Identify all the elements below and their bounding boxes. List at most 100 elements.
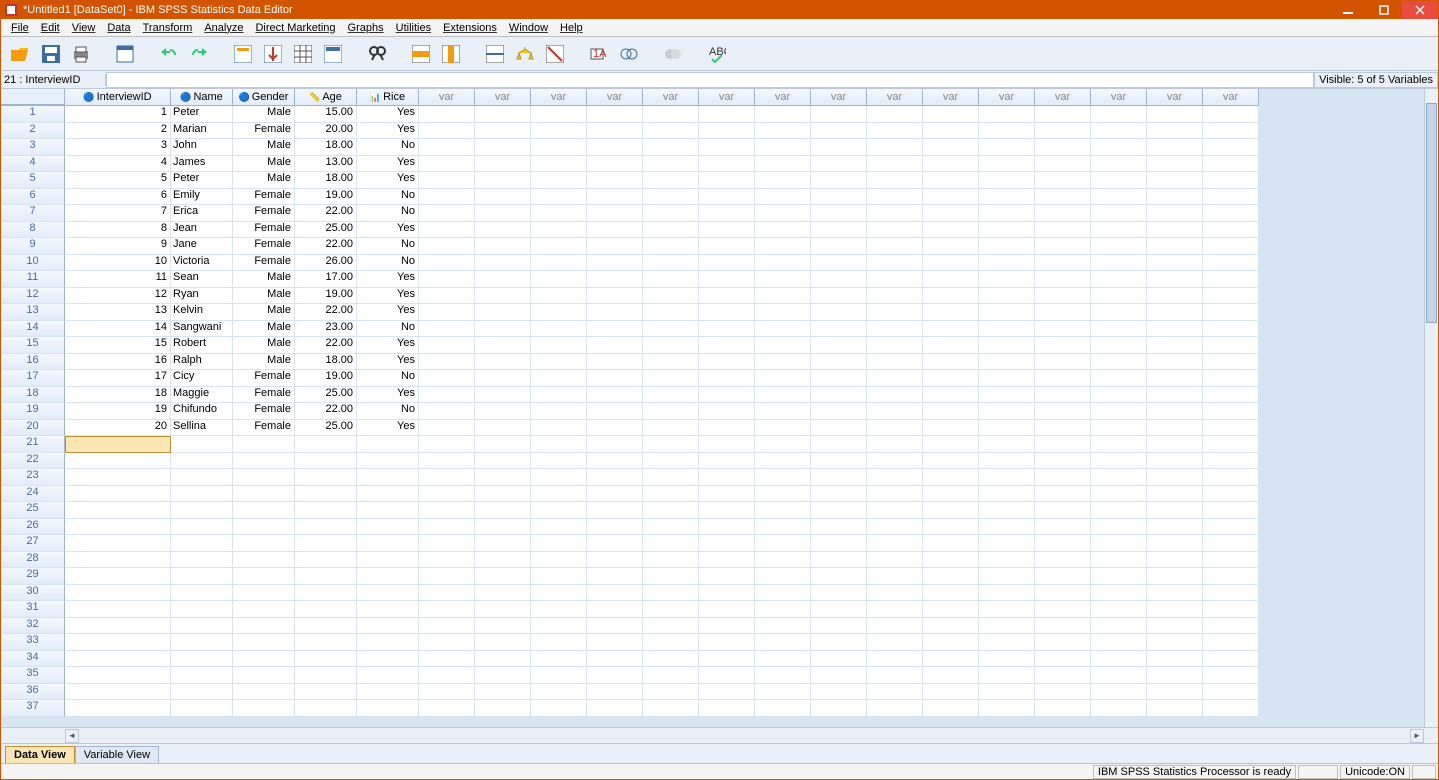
cell-empty[interactable] <box>1035 288 1091 305</box>
cell-empty[interactable] <box>811 189 867 206</box>
cell-empty[interactable] <box>1203 304 1259 321</box>
cell-empty[interactable] <box>1203 288 1259 305</box>
cell[interactable]: Marian <box>171 123 233 140</box>
cell-empty[interactable] <box>923 106 979 123</box>
cell-empty[interactable] <box>699 205 755 222</box>
cell-empty[interactable] <box>1035 651 1091 668</box>
cell-empty[interactable] <box>811 469 867 486</box>
cell-empty[interactable] <box>811 156 867 173</box>
cell-empty[interactable] <box>643 502 699 519</box>
cell-empty[interactable] <box>419 222 475 239</box>
cell-empty[interactable] <box>811 420 867 437</box>
cell-empty[interactable] <box>643 271 699 288</box>
cell[interactable]: 12 <box>65 288 171 305</box>
cell-empty[interactable] <box>1203 700 1259 717</box>
cell[interactable] <box>171 684 233 701</box>
cell-empty[interactable] <box>979 651 1035 668</box>
cell[interactable]: Ralph <box>171 354 233 371</box>
cell-empty[interactable] <box>1091 189 1147 206</box>
cell[interactable] <box>295 486 357 503</box>
cell-empty[interactable] <box>755 469 811 486</box>
cell-empty[interactable] <box>643 535 699 552</box>
cell-empty[interactable] <box>587 469 643 486</box>
cell-empty[interactable] <box>475 585 531 602</box>
cell-empty[interactable] <box>643 370 699 387</box>
cell-empty[interactable] <box>867 502 923 519</box>
cell[interactable] <box>357 667 419 684</box>
cell-empty[interactable] <box>475 189 531 206</box>
cell-empty[interactable] <box>755 288 811 305</box>
cell-empty[interactable] <box>811 337 867 354</box>
cell-empty[interactable] <box>867 271 923 288</box>
cell-empty[interactable] <box>923 486 979 503</box>
cell[interactable] <box>233 651 295 668</box>
vertical-scrollbar[interactable] <box>1424 89 1438 727</box>
find-icon[interactable] <box>365 42 389 66</box>
cell-empty[interactable] <box>643 568 699 585</box>
cell-empty[interactable] <box>699 354 755 371</box>
cell-empty[interactable] <box>1147 618 1203 635</box>
cell[interactable] <box>171 502 233 519</box>
cell-empty[interactable] <box>1091 486 1147 503</box>
cell-empty[interactable] <box>1091 420 1147 437</box>
cell-empty[interactable] <box>811 667 867 684</box>
cell-empty[interactable] <box>475 139 531 156</box>
cell-empty[interactable] <box>587 172 643 189</box>
cell-empty[interactable] <box>419 469 475 486</box>
goto-case-icon[interactable] <box>231 42 255 66</box>
cell-empty[interactable] <box>811 585 867 602</box>
cell-empty[interactable] <box>643 585 699 602</box>
insert-cases-icon[interactable] <box>409 42 433 66</box>
cell-empty[interactable] <box>643 651 699 668</box>
cell[interactable] <box>357 568 419 585</box>
cell-empty[interactable] <box>587 535 643 552</box>
cell-empty[interactable] <box>811 238 867 255</box>
cell-empty[interactable] <box>979 189 1035 206</box>
cell[interactable]: Peter <box>171 106 233 123</box>
cell-empty[interactable] <box>1203 634 1259 651</box>
cell-empty[interactable] <box>1147 601 1203 618</box>
cell-empty[interactable] <box>755 106 811 123</box>
cell-empty[interactable] <box>1035 238 1091 255</box>
cell-empty[interactable] <box>587 453 643 470</box>
cell-empty[interactable] <box>419 139 475 156</box>
row-number[interactable]: 25 <box>1 502 65 519</box>
cell-empty[interactable] <box>475 436 531 453</box>
cell-empty[interactable] <box>979 288 1035 305</box>
cell[interactable] <box>295 519 357 536</box>
cell[interactable]: 18.00 <box>295 139 357 156</box>
cell[interactable] <box>295 618 357 635</box>
cell-empty[interactable] <box>1147 370 1203 387</box>
cell-empty[interactable] <box>811 172 867 189</box>
cell[interactable]: 6 <box>65 189 171 206</box>
cell-empty[interactable] <box>867 634 923 651</box>
cell-empty[interactable] <box>531 387 587 404</box>
cell-empty[interactable] <box>699 337 755 354</box>
cell[interactable]: Yes <box>357 123 419 140</box>
cell[interactable]: Female <box>233 403 295 420</box>
cell-empty[interactable] <box>1091 535 1147 552</box>
cell-empty[interactable] <box>419 651 475 668</box>
cell[interactable] <box>171 535 233 552</box>
col-header-var[interactable]: var <box>419 89 475 105</box>
cell-empty[interactable] <box>755 453 811 470</box>
cell-empty[interactable] <box>1091 354 1147 371</box>
cell-empty[interactable] <box>1147 469 1203 486</box>
cell-empty[interactable] <box>1203 156 1259 173</box>
cell[interactable]: Male <box>233 139 295 156</box>
cell-empty[interactable] <box>1147 271 1203 288</box>
cell-empty[interactable] <box>587 255 643 272</box>
cell[interactable]: 22.00 <box>295 238 357 255</box>
cell-empty[interactable] <box>979 255 1035 272</box>
col-header-name[interactable]: 🔵Name <box>171 89 233 105</box>
cell[interactable] <box>233 436 295 453</box>
cell-empty[interactable] <box>699 139 755 156</box>
cell[interactable]: 5 <box>65 172 171 189</box>
cell-empty[interactable] <box>1147 123 1203 140</box>
row-number[interactable]: 27 <box>1 535 65 552</box>
cell-empty[interactable] <box>867 436 923 453</box>
col-header-var[interactable]: var <box>1147 89 1203 105</box>
cell[interactable] <box>233 618 295 635</box>
cell[interactable] <box>357 535 419 552</box>
cell-empty[interactable] <box>979 354 1035 371</box>
